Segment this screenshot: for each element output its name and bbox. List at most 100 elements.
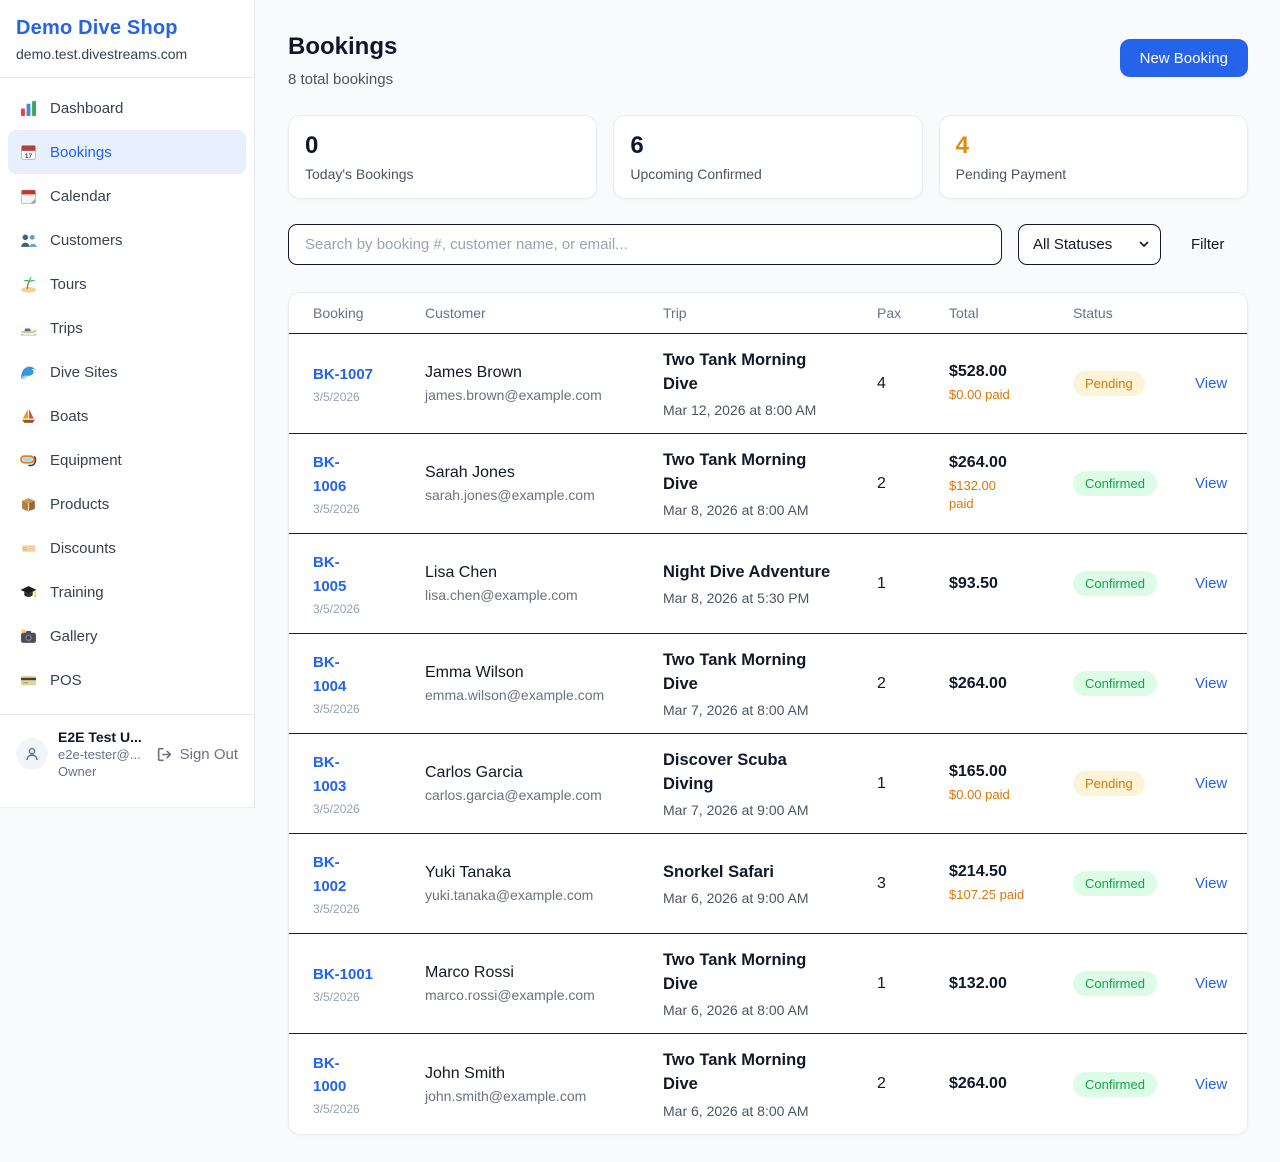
stats-row: 0 Today's Bookings 6 Upcoming Confirmed … <box>288 115 1248 199</box>
view-link[interactable]: View <box>1195 375 1227 392</box>
sidebar-item-training[interactable]: Training <box>8 570 246 614</box>
view-link[interactable]: View <box>1195 575 1227 592</box>
booking-number-link[interactable]: BK-1001 <box>313 963 425 986</box>
sidebar-item-equipment[interactable]: Equipment <box>8 438 246 482</box>
search-input[interactable] <box>288 224 1002 265</box>
bar-chart-icon <box>20 100 37 117</box>
customer-name: Emma Wilson <box>425 664 663 682</box>
sidebar-item-label: Customers <box>50 232 123 249</box>
brand-title: Demo Dive Shop <box>16 17 238 40</box>
sidebar-item-customers[interactable]: Customers <box>8 218 246 262</box>
status-badge: Pending <box>1073 771 1145 796</box>
diving-mask-icon <box>20 452 37 469</box>
trip-time: Mar 6, 2026 at 9:00 AM <box>663 890 877 906</box>
sign-out-button[interactable]: Sign Out <box>156 746 238 763</box>
total-cell: $264.00 <box>949 675 1073 693</box>
sidebar-item-tours[interactable]: Tours <box>8 262 246 306</box>
stat-label: Upcoming Confirmed <box>630 166 905 182</box>
wave-icon <box>20 364 37 381</box>
column-header-booking: Booking <box>313 305 425 321</box>
booking-number-link[interactable]: BK- 1006 <box>313 451 425 498</box>
customer-cell: Lisa Chen lisa.chen@example.com <box>425 564 663 603</box>
sidebar-item-dashboard[interactable]: Dashboard <box>8 86 246 130</box>
trip-cell: Two Tank Morning Dive Mar 6, 2026 at 8:0… <box>663 949 877 1019</box>
user-email: e2e-tester@... <box>58 747 146 762</box>
avatar <box>16 738 48 770</box>
table-row: BK-1007 3/5/2026 James Brown james.brown… <box>289 334 1247 434</box>
sidebar-item-bookings[interactable]: 17 Bookings <box>8 130 246 174</box>
graduation-cap-icon <box>20 584 37 601</box>
sidebar-item-trips[interactable]: Trips <box>8 306 246 350</box>
sidebar-item-discounts[interactable]: Discounts <box>8 526 246 570</box>
booking-number-link[interactable]: BK- 1004 <box>313 651 425 698</box>
booking-number-link[interactable]: BK-1007 <box>313 363 425 386</box>
island-icon <box>20 276 37 293</box>
sidebar-item-label: Trips <box>50 320 83 337</box>
customer-email: emma.wilson@example.com <box>425 687 663 703</box>
sidebar-item-calendar[interactable]: Calendar <box>8 174 246 218</box>
total-amount: $93.50 <box>949 575 1073 593</box>
view-link[interactable]: View <box>1195 1076 1227 1093</box>
sidebar-item-dive-sites[interactable]: Dive Sites <box>8 350 246 394</box>
trip-cell: Snorkel Safari Mar 6, 2026 at 9:00 AM <box>663 861 877 907</box>
sidebar-item-products[interactable]: Products <box>8 482 246 526</box>
booking-number-link[interactable]: BK- 1005 <box>313 551 425 598</box>
main-content: Bookings 8 total bookings New Booking 0 … <box>255 0 1280 1162</box>
view-link[interactable]: View <box>1195 675 1227 692</box>
total-cell: $528.00 $0.00 paid <box>949 363 1073 404</box>
filter-button[interactable]: Filter <box>1177 228 1238 261</box>
paid-amount: $132.00 paid <box>949 477 1073 513</box>
sidebar-item-gallery[interactable]: Gallery <box>8 614 246 658</box>
view-link[interactable]: View <box>1195 975 1227 992</box>
booking-cell: BK-1001 3/5/2026 <box>313 963 425 1004</box>
booking-number-link[interactable]: BK- 1003 <box>313 751 425 798</box>
total-cell: $264.00 $132.00 paid <box>949 454 1073 513</box>
page-title-block: Bookings 8 total bookings <box>288 33 397 88</box>
column-header-status: Status <box>1073 305 1195 321</box>
booking-number-link[interactable]: BK- 1000 <box>313 1052 425 1099</box>
stat-value: 6 <box>630 133 905 159</box>
customer-email: marco.rossi@example.com <box>425 987 663 1003</box>
status-cell: Confirmed <box>1073 671 1195 696</box>
booking-cell: BK- 1005 3/5/2026 <box>313 551 425 616</box>
status-badge: Confirmed <box>1073 1072 1157 1097</box>
view-link[interactable]: View <box>1195 875 1227 892</box>
total-amount: $214.50 <box>949 863 1073 881</box>
status-badge: Confirmed <box>1073 471 1157 496</box>
status-select[interactable]: All Statuses <box>1018 224 1161 265</box>
user-meta: E2E Test U... e2e-tester@... Owner <box>58 729 146 779</box>
filter-row: All Statuses Filter <box>288 224 1248 265</box>
camera-icon <box>20 628 37 645</box>
new-booking-button[interactable]: New Booking <box>1120 39 1248 77</box>
trip-cell: Night Dive Adventure Mar 8, 2026 at 5:30… <box>663 561 877 607</box>
pax-value: 2 <box>877 475 949 493</box>
total-amount: $264.00 <box>949 454 1073 472</box>
table-row: BK- 1005 3/5/2026 Lisa Chen lisa.chen@ex… <box>289 534 1247 634</box>
stat-card-todays-bookings: 0 Today's Bookings <box>288 115 597 199</box>
sidebar-item-label: Calendar <box>50 188 111 205</box>
customer-email: lisa.chen@example.com <box>425 587 663 603</box>
total-cell: $214.50 $107.25 paid <box>949 863 1073 904</box>
stat-label: Today's Bookings <box>305 166 580 182</box>
trip-time: Mar 7, 2026 at 9:00 AM <box>663 802 877 818</box>
total-amount: $528.00 <box>949 363 1073 381</box>
status-cell: Confirmed <box>1073 1072 1195 1097</box>
status-badge: Confirmed <box>1073 971 1157 996</box>
booking-number-link[interactable]: BK- 1002 <box>313 851 425 898</box>
status-select-wrap: All Statuses <box>1018 224 1161 265</box>
page-header: Bookings 8 total bookings New Booking <box>288 33 1248 88</box>
customer-cell: John Smith john.smith@example.com <box>425 1065 663 1104</box>
pax-value: 1 <box>877 775 949 793</box>
tag-icon <box>20 540 37 557</box>
sidebar-item-label: Bookings <box>50 144 112 161</box>
view-link[interactable]: View <box>1195 775 1227 792</box>
table-row: BK- 1004 3/5/2026 Emma Wilson emma.wilso… <box>289 634 1247 734</box>
sidebar-item-boats[interactable]: Boats <box>8 394 246 438</box>
trip-cell: Two Tank Morning Dive Mar 8, 2026 at 8:0… <box>663 449 877 519</box>
pax-value: 2 <box>877 1075 949 1093</box>
table-row: BK- 1002 3/5/2026 Yuki Tanaka yuki.tanak… <box>289 834 1247 934</box>
sidebar-item-pos[interactable]: POS <box>8 658 246 702</box>
sidebar-item-label: Tours <box>50 276 87 293</box>
stat-value: 0 <box>305 133 580 159</box>
view-link[interactable]: View <box>1195 475 1227 492</box>
